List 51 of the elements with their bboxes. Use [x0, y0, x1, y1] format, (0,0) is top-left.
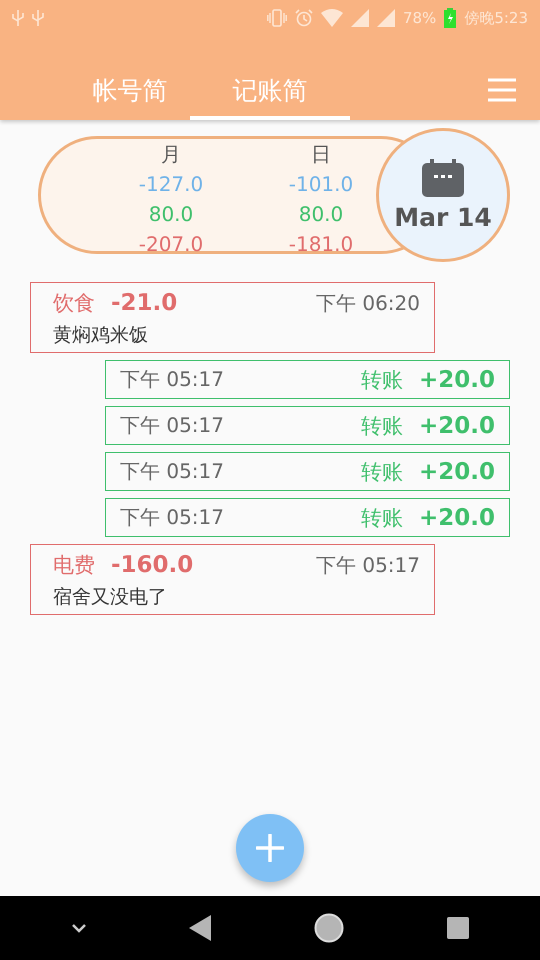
entry-time: 下午 05:17	[120, 504, 224, 531]
entry-time: 下午 05:17	[316, 552, 420, 578]
entry-note: 黄焖鸡米饭	[53, 323, 149, 348]
amount: -21.0	[111, 290, 178, 316]
category-label: 转账	[360, 366, 403, 394]
amount: -160.0	[111, 552, 194, 578]
entry-time: 下午 05:17	[120, 366, 224, 393]
expense-card[interactable]: 饮食 -21.0 下午 06:20 黄焖鸡米饭	[30, 282, 435, 353]
amount: +20.0	[418, 366, 495, 392]
signal-icon	[350, 9, 369, 27]
plus-icon	[256, 834, 284, 862]
summary-value: 80.0	[148, 201, 194, 228]
transfer-card[interactable]: 下午 05:17 转账 +20.0	[105, 498, 510, 537]
calendar-icon	[422, 158, 464, 196]
category-label: 转账	[360, 412, 403, 440]
wifi-icon	[320, 9, 343, 27]
back-icon[interactable]	[188, 915, 210, 941]
transfer-card[interactable]: 下午 05:17 转账 +20.0	[105, 360, 510, 399]
amount: +20.0	[418, 458, 495, 484]
transfer-card[interactable]: 下午 05:17 转账 +20.0	[105, 452, 510, 491]
signal-icon	[376, 9, 395, 27]
entry-time: 下午 05:17	[120, 458, 224, 485]
battery-percent: 78%	[402, 9, 436, 27]
usb-icon	[12, 10, 24, 26]
period-label: 月	[161, 141, 181, 168]
category-label: 电费	[53, 552, 95, 579]
amount: +20.0	[418, 504, 495, 530]
recents-icon[interactable]	[446, 917, 468, 939]
summary-value: 80.0	[298, 201, 344, 228]
summary-value: -181.0	[288, 231, 354, 258]
transfer-card[interactable]: 下午 05:17 转账 +20.0	[105, 406, 510, 445]
category-label: 饮食	[53, 290, 95, 317]
usb-icon	[32, 10, 44, 26]
period-label: 日	[311, 141, 331, 168]
date-button[interactable]: Mar 14	[376, 128, 510, 262]
entry-time: 下午 05:17	[120, 412, 224, 439]
summary-value: -207.0	[138, 231, 204, 258]
vibrate-icon	[266, 9, 287, 27]
expense-card[interactable]: 电费 -160.0 下午 05:17 宿舍又没电了	[30, 544, 435, 615]
summary-value: -127.0	[138, 171, 204, 198]
alarm-icon	[294, 9, 313, 27]
home-icon[interactable]	[314, 913, 344, 943]
amount: +20.0	[418, 412, 495, 438]
entry-time: 下午 06:20	[316, 290, 420, 316]
category-label: 转账	[360, 504, 403, 532]
chevron-down-icon[interactable]	[72, 924, 86, 932]
entry-note: 宿舍又没电了	[53, 585, 168, 610]
clock-time: 傍晚5:23	[464, 8, 528, 28]
summary-value: -101.0	[288, 171, 354, 198]
category-label: 转账	[360, 458, 403, 486]
battery-charging-icon	[444, 8, 456, 28]
